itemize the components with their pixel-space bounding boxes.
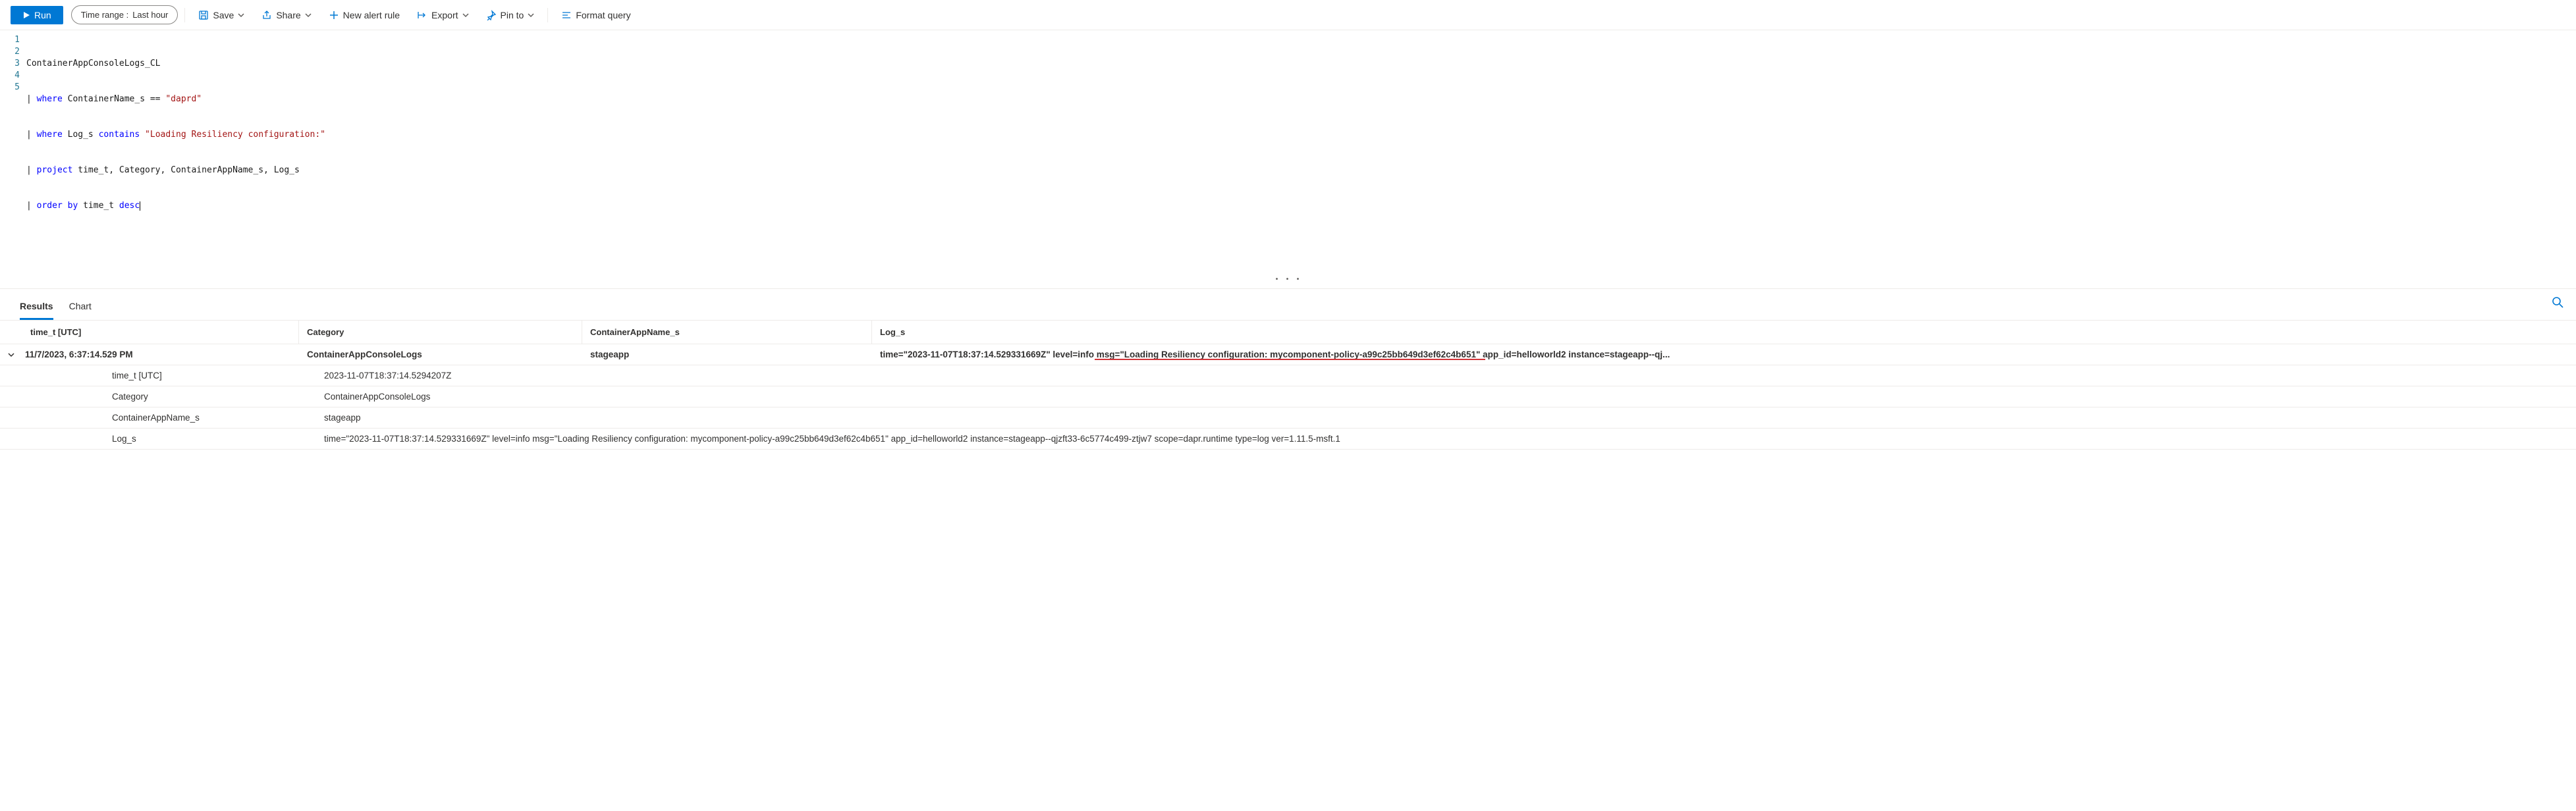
detail-row-category: Category ContainerAppConsoleLogs (0, 386, 2576, 407)
header-log[interactable]: Log_s (872, 321, 2576, 344)
chevron-down-icon (305, 12, 312, 18)
results-grid: time_t [UTC] Category ContainerAppName_s… (0, 321, 2576, 450)
header-category[interactable]: Category (299, 321, 582, 344)
token: | (26, 165, 32, 175)
separator (184, 8, 185, 22)
token: time_t (83, 201, 114, 211)
header-time[interactable]: time_t [UTC] (22, 321, 299, 344)
run-label: Run (34, 10, 51, 20)
token: ContainerName_s (68, 94, 145, 104)
cell-log: time="2023-11-07T18:37:14.529331669Z" le… (872, 344, 2576, 365)
format-query-button[interactable]: Format query (555, 6, 637, 24)
search-icon (2551, 296, 2564, 309)
results-tabs: Results Chart (0, 289, 2576, 321)
time-range-value: Last hour (132, 10, 168, 20)
line-number: 3 (0, 58, 20, 70)
play-icon (22, 11, 30, 19)
detail-key: ContainerAppName_s (0, 407, 316, 428)
time-range-selector[interactable]: Time range : Last hour (71, 5, 178, 24)
detail-row-time: time_t [UTC] 2023-11-07T18:37:14.5294207… (0, 365, 2576, 386)
detail-value: 2023-11-07T18:37:14.5294207Z (316, 365, 2576, 386)
header-expand (0, 321, 22, 344)
token: contains (99, 130, 140, 140)
query-editor[interactable]: 1 2 3 4 5 ContainerAppConsoleLogs_CL | w… (0, 30, 2576, 289)
chevron-down-icon (528, 12, 534, 18)
table-row[interactable]: 11/7/2023, 6:37:14.529 PM ContainerAppCo… (0, 344, 2576, 365)
header-app[interactable]: ContainerAppName_s (582, 321, 872, 344)
run-button[interactable]: Run (11, 6, 63, 24)
chevron-down-icon (462, 12, 469, 18)
export-label: Export (431, 10, 458, 20)
cell-time: 11/7/2023, 6:37:14.529 PM (22, 344, 299, 365)
pin-icon (486, 10, 497, 20)
line-number: 5 (0, 82, 20, 93)
cell-category: ContainerAppConsoleLogs (299, 344, 582, 365)
export-icon (417, 10, 427, 20)
share-label: Share (276, 10, 300, 20)
tab-chart[interactable]: Chart (69, 296, 92, 320)
token: "Loading Resiliency configuration:" (145, 130, 325, 140)
header-row: time_t [UTC] Category ContainerAppName_s… (0, 321, 2576, 344)
plus-icon (329, 10, 339, 20)
query-toolbar: Run Time range : Last hour Save Share Ne… (0, 0, 2576, 30)
token: "daprd" (165, 94, 202, 104)
export-button[interactable]: Export (410, 6, 475, 24)
pin-button[interactable]: Pin to (480, 6, 541, 24)
token: project (37, 165, 73, 175)
token: order by (37, 201, 78, 211)
token: | (26, 94, 32, 104)
save-label: Save (213, 10, 234, 20)
cell-app: stageapp (582, 344, 872, 365)
new-alert-label: New alert rule (343, 10, 400, 20)
detail-key: Log_s (0, 429, 316, 449)
token: where (37, 94, 63, 104)
pin-label: Pin to (501, 10, 524, 20)
share-button[interactable]: Share (255, 6, 317, 24)
token: == (150, 94, 161, 104)
resize-handle[interactable]: • • • (1274, 274, 1301, 286)
expand-toggle[interactable] (0, 344, 22, 365)
detail-value: stageapp (316, 407, 2576, 428)
detail-row-app: ContainerAppName_s stageapp (0, 407, 2576, 429)
detail-value: ContainerAppConsoleLogs (316, 386, 2576, 407)
line-number: 2 (0, 46, 20, 58)
new-alert-button[interactable]: New alert rule (322, 6, 406, 24)
detail-row-log: Log_s time="2023-11-07T18:37:14.52933166… (0, 429, 2576, 450)
token: time_t, Category, ContainerAppName_s, Lo… (78, 165, 300, 175)
line-gutter: 1 2 3 4 5 (0, 34, 26, 236)
token: where (37, 130, 63, 140)
highlight-underline (1095, 359, 1485, 360)
format-icon (561, 10, 572, 20)
line-number: 4 (0, 70, 20, 82)
detail-value: time="2023-11-07T18:37:14.529331669Z" le… (316, 429, 2576, 449)
format-label: Format query (576, 10, 630, 20)
chevron-down-icon (238, 12, 244, 18)
token: ContainerAppConsoleLogs_CL (26, 59, 161, 68)
chevron-down-icon (7, 351, 15, 359)
token: Log_s (68, 130, 94, 140)
save-icon (198, 10, 209, 20)
token: desc (119, 201, 140, 211)
token: | (26, 201, 32, 211)
log-text: time="2023-11-07T18:37:14.529331669Z" le… (880, 350, 1670, 359)
code-area[interactable]: ContainerAppConsoleLogs_CL | where Conta… (26, 34, 2576, 236)
detail-key: time_t [UTC] (0, 365, 316, 386)
line-number: 1 (0, 34, 20, 46)
tab-results[interactable]: Results (20, 296, 53, 320)
separator (547, 8, 548, 22)
time-range-prefix: Time range : (81, 10, 129, 20)
save-button[interactable]: Save (192, 6, 251, 24)
token: | (26, 130, 32, 140)
share-icon (261, 10, 272, 20)
search-button[interactable] (2551, 296, 2564, 311)
detail-key: Category (0, 386, 316, 407)
